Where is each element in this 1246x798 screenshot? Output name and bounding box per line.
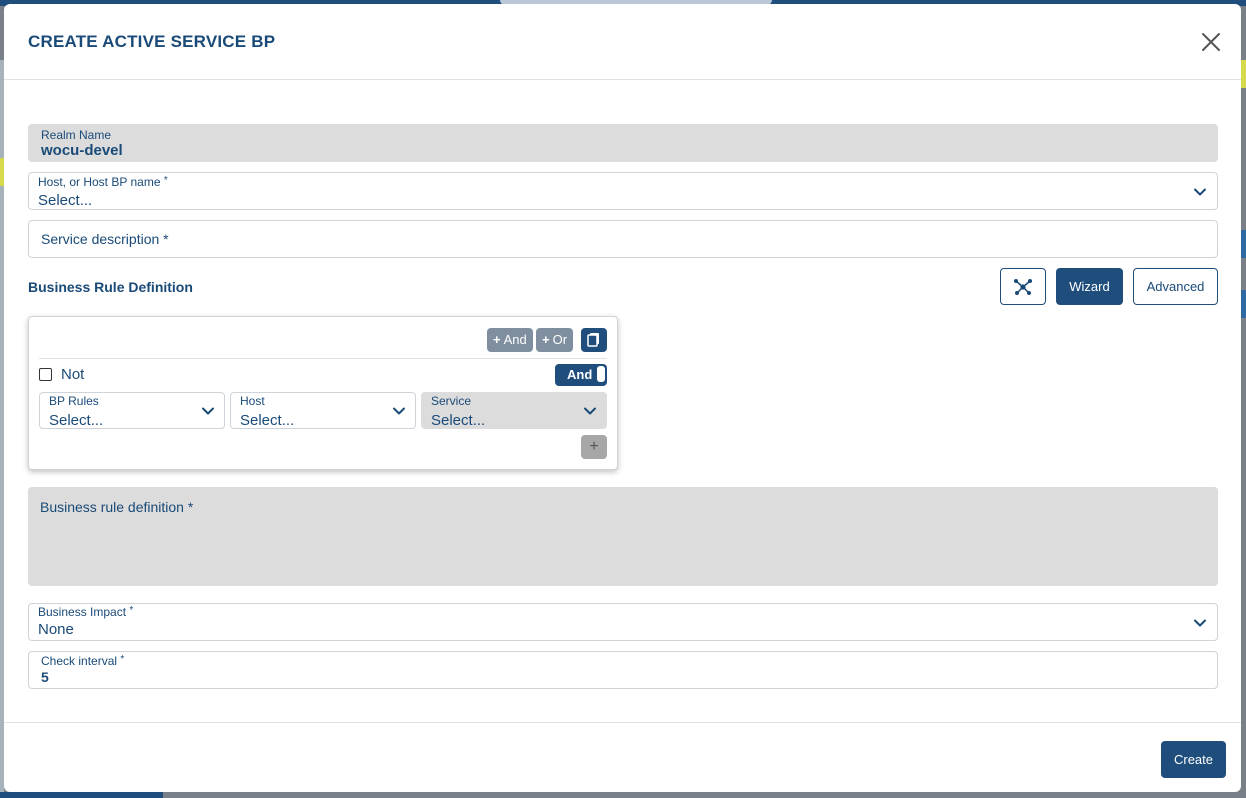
bp-rules-select[interactable]: BP Rules Select... <box>39 392 225 429</box>
create-button[interactable]: Create <box>1161 741 1226 778</box>
rule-group-card: + And + Or Not And BP Rules Select... Host <box>28 316 618 470</box>
service-rule-select: Service Select... <box>421 392 607 429</box>
modal-header: CREATE ACTIVE SERVICE BP <box>4 4 1241 80</box>
bp-rules-placeholder: Select... <box>49 412 104 429</box>
chevron-down-icon <box>393 407 405 415</box>
realm-name-label: Realm Name <box>41 128 112 142</box>
service-rule-label: Service <box>431 394 472 408</box>
backdrop-bottom-bar <box>0 792 163 798</box>
operator-toggle[interactable]: And <box>555 364 607 386</box>
wizard-button[interactable]: Wizard <box>1056 268 1123 305</box>
copy-icon <box>587 333 599 347</box>
create-service-bp-modal: CREATE ACTIVE SERVICE BP Realm Name wocu… <box>4 4 1241 792</box>
close-button[interactable] <box>1199 30 1223 54</box>
operator-toggle-label: And <box>567 367 593 382</box>
check-interval-label: Check interval * <box>41 654 125 668</box>
business-rule-definition-label: Business rule definition * <box>40 499 194 515</box>
host-rule-placeholder: Select... <box>240 412 295 429</box>
chevron-down-icon <box>1194 188 1206 196</box>
add-and-button[interactable]: + And <box>487 328 533 352</box>
check-interval-value: 5 <box>41 669 49 685</box>
backdrop-blue-strip-2 <box>1241 290 1246 318</box>
network-graph-icon <box>1014 279 1032 295</box>
host-rule-select[interactable]: Host Select... <box>230 392 416 429</box>
backdrop-blue-strip <box>1241 230 1246 258</box>
service-rule-placeholder: Select... <box>431 412 486 429</box>
chevron-down-icon <box>1194 619 1206 627</box>
add-rule-row-button[interactable]: + <box>581 435 607 459</box>
advanced-button[interactable]: Advanced <box>1133 268 1218 305</box>
copy-button[interactable] <box>581 328 607 352</box>
realm-name-value: wocu-devel <box>41 142 123 159</box>
business-rule-definition-textarea: Business rule definition * <box>28 487 1218 586</box>
chevron-down-icon <box>202 407 214 415</box>
business-rule-section-title: Business Rule Definition <box>28 279 193 295</box>
service-description-label: Service description * <box>41 231 169 247</box>
host-rule-label: Host <box>240 394 265 408</box>
check-interval-input[interactable]: Check interval * 5 <box>28 651 1218 689</box>
chevron-down-icon <box>584 407 596 415</box>
business-impact-label: Business Impact * <box>38 605 134 619</box>
host-select[interactable]: Host, or Host BP name * Select... <box>28 172 1218 210</box>
not-label: Not <box>61 366 85 383</box>
realm-name-field: Realm Name wocu-devel <box>28 124 1218 162</box>
service-description-input[interactable]: Service description * <box>28 220 1218 258</box>
close-icon <box>1202 33 1220 51</box>
business-impact-value: None <box>38 621 74 638</box>
business-impact-select[interactable]: Business Impact * None <box>28 603 1218 641</box>
not-checkbox[interactable] <box>39 368 52 381</box>
bp-rules-label: BP Rules <box>49 394 99 408</box>
modal-title: CREATE ACTIVE SERVICE BP <box>28 32 276 51</box>
host-select-placeholder: Select... <box>38 192 93 209</box>
modal-footer: Create <box>4 722 1241 792</box>
backdrop-tab-accent-right <box>1241 60 1246 88</box>
graph-view-button[interactable] <box>1000 268 1046 305</box>
card-divider <box>39 358 607 359</box>
toggle-knob <box>597 366 605 382</box>
add-or-button[interactable]: + Or <box>536 328 574 352</box>
host-select-label: Host, or Host BP name * <box>38 175 168 189</box>
